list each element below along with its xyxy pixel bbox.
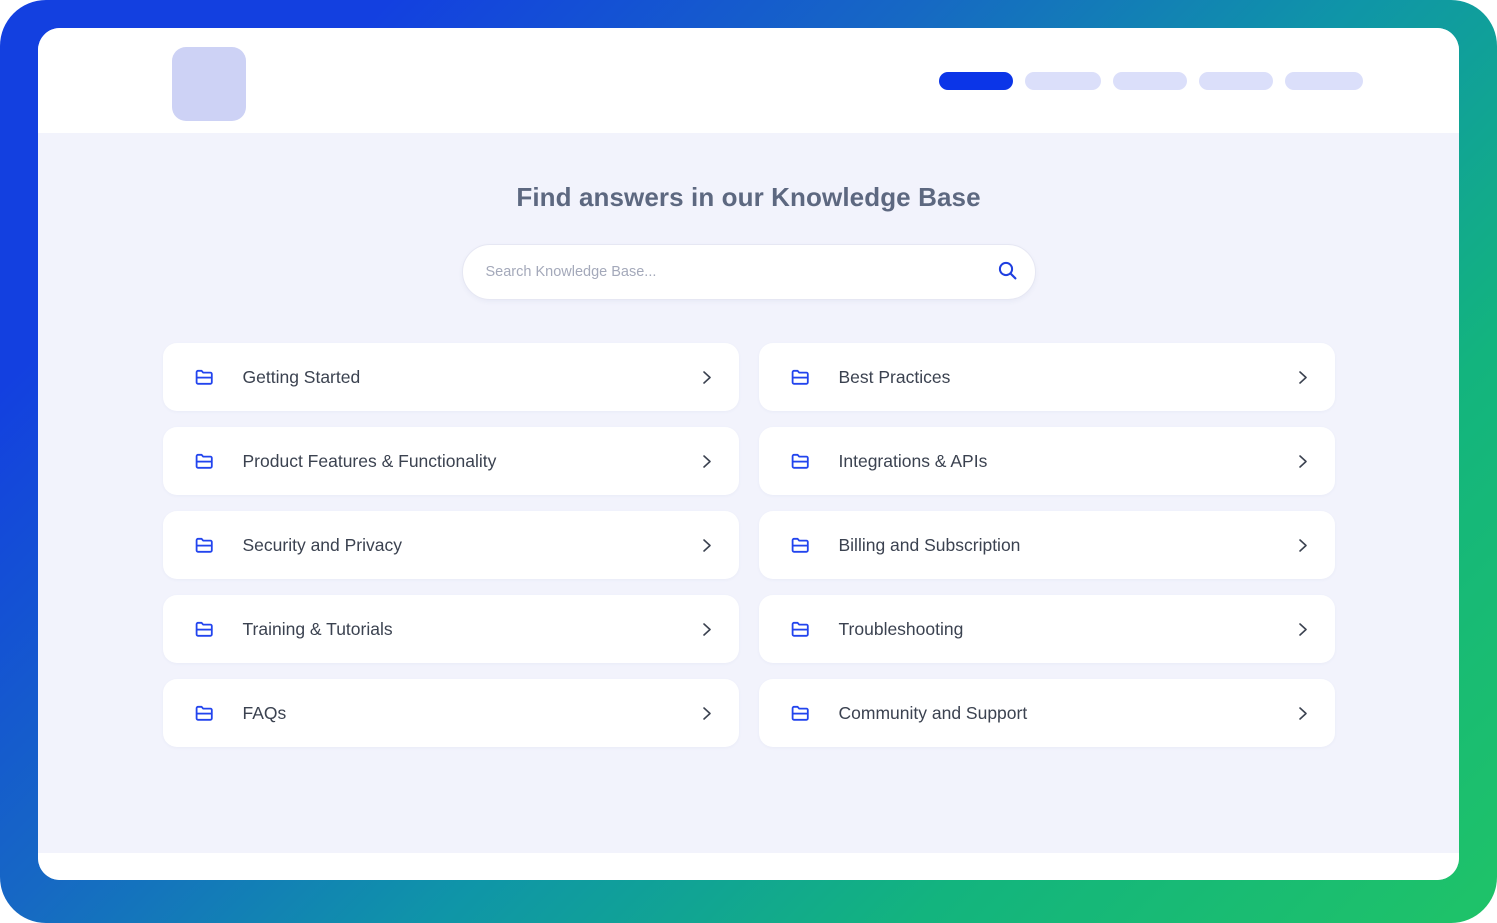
search-icon <box>997 260 1018 284</box>
nav-item-2[interactable] <box>1025 72 1101 90</box>
category-label: Training & Tutorials <box>242 618 393 639</box>
chevron-right-icon[interactable] <box>697 451 717 471</box>
category-label: Billing and Subscription <box>838 534 1021 555</box>
search-input[interactable] <box>485 264 981 280</box>
gradient-frame: Find answers in our Knowledge Base Searc… <box>0 0 1497 923</box>
chevron-right-icon[interactable] <box>697 367 717 387</box>
nav-item-3[interactable] <box>1113 72 1187 90</box>
category-card[interactable]: Troubleshooting <box>758 595 1335 663</box>
category-card[interactable]: Training & Tutorials <box>162 595 739 663</box>
folder-icon <box>791 619 811 639</box>
search-box <box>461 244 1036 300</box>
nav-item-1[interactable] <box>939 72 1013 90</box>
folder-icon <box>195 451 215 471</box>
chevron-right-icon[interactable] <box>697 535 717 555</box>
knowledge-base-body: Find answers in our Knowledge Base Searc… <box>38 133 1459 853</box>
category-label: FAQs <box>242 702 287 723</box>
folder-icon <box>195 703 215 723</box>
chevron-right-icon[interactable] <box>1293 619 1313 639</box>
category-card[interactable]: Integrations & APIs <box>758 427 1335 495</box>
chevron-right-icon[interactable] <box>1293 703 1313 723</box>
category-label: Getting Started <box>242 366 361 387</box>
category-label: Troubleshooting <box>838 618 964 639</box>
category-card[interactable]: Getting Started <box>162 343 739 411</box>
nav-item-4[interactable] <box>1199 72 1273 90</box>
chevron-right-icon[interactable] <box>697 703 717 723</box>
page-title: Find answers in our Knowledge Base <box>516 182 981 212</box>
category-card[interactable]: Product Features & Functionality <box>162 427 739 495</box>
category-card[interactable]: Community and Support <box>758 679 1335 747</box>
folder-icon <box>791 367 811 387</box>
category-card[interactable]: FAQs <box>162 679 739 747</box>
folder-icon <box>791 703 811 723</box>
search-bar <box>461 244 1036 300</box>
folder-icon <box>791 451 811 471</box>
category-card[interactable]: Best Practices <box>758 343 1335 411</box>
chevron-right-icon[interactable] <box>1293 451 1313 471</box>
search-button[interactable] <box>981 245 1035 299</box>
chevron-right-icon[interactable] <box>1293 367 1313 387</box>
app-window: Find answers in our Knowledge Base Searc… <box>38 28 1459 880</box>
folder-icon <box>195 535 215 555</box>
folder-icon <box>195 367 215 387</box>
nav-item-5[interactable] <box>1285 72 1363 90</box>
folder-icon <box>195 619 215 639</box>
chevron-right-icon[interactable] <box>697 619 717 639</box>
category-label: Community and Support <box>838 702 1028 723</box>
category-label: Integrations & APIs <box>838 450 988 471</box>
chevron-right-icon[interactable] <box>1293 535 1313 555</box>
category-label: Product Features & Functionality <box>242 450 497 471</box>
category-grid: Getting Started Best Practices Product F… <box>162 343 1335 747</box>
category-label: Best Practices <box>838 366 951 387</box>
category-label: Security and Privacy <box>242 534 403 555</box>
category-card[interactable]: Security and Privacy <box>162 511 739 579</box>
folder-icon <box>791 535 811 555</box>
footer-strip <box>38 853 1459 880</box>
logo-placeholder[interactable] <box>172 47 246 121</box>
site-header <box>38 28 1459 133</box>
primary-nav <box>939 72 1363 90</box>
category-card[interactable]: Billing and Subscription <box>758 511 1335 579</box>
